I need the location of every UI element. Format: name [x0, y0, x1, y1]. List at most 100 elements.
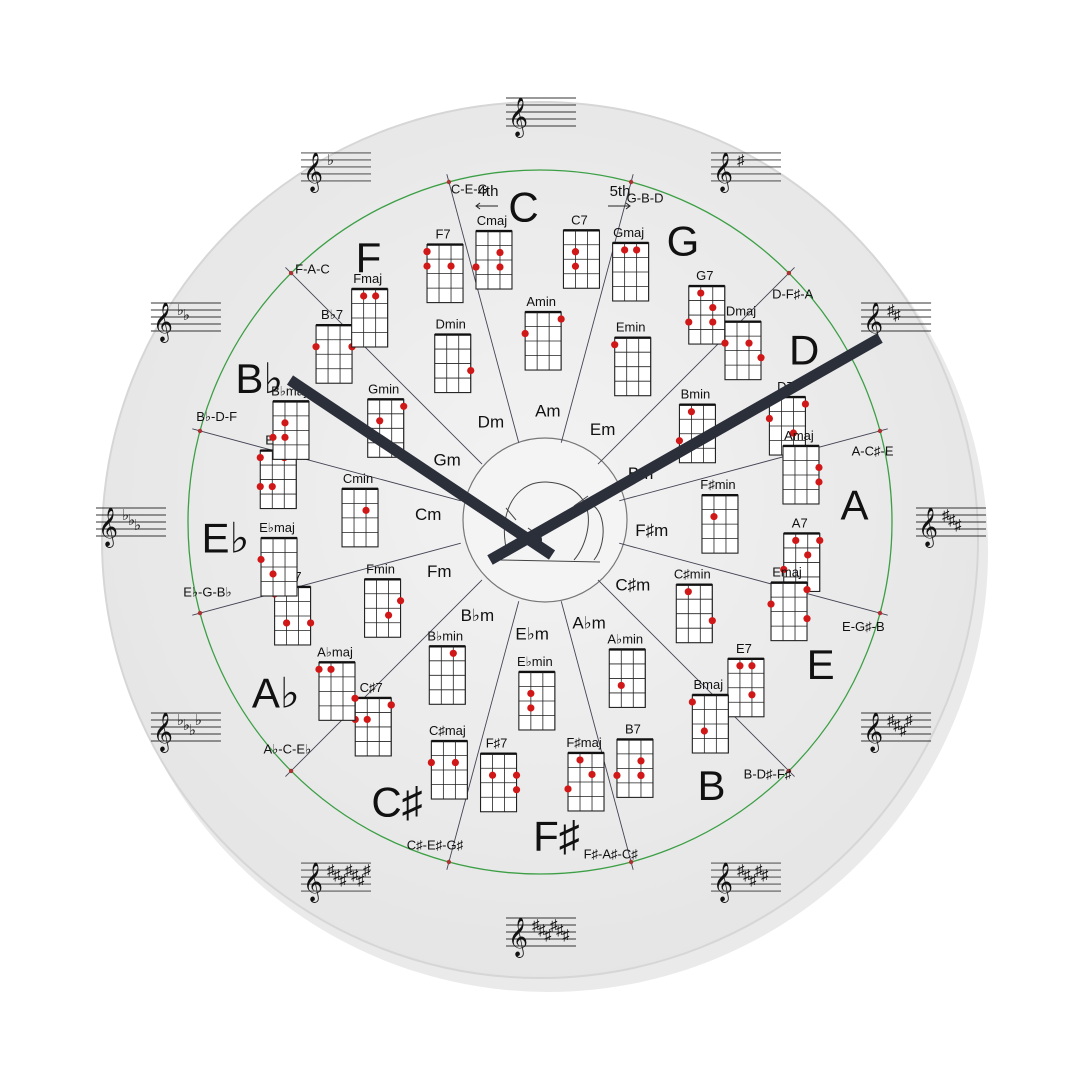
- finger-dot: [748, 662, 756, 670]
- chord-name: A♭min: [607, 631, 643, 646]
- sharp-icon: ♯: [905, 712, 913, 729]
- chord-diagram-e-flatmaj: E♭maj: [257, 520, 298, 597]
- finger-dot: [351, 694, 359, 702]
- chord-name: B♭7: [321, 307, 343, 322]
- relative-minor-label: Fm: [427, 562, 452, 581]
- finger-dot: [512, 771, 521, 779]
- relative-minor-label: E♭m: [515, 625, 549, 644]
- triad-notes: C♯-E♯-G♯: [407, 837, 463, 852]
- finger-dot: [697, 289, 705, 297]
- key-letter-a: A: [841, 482, 869, 529]
- finger-dot: [376, 417, 384, 425]
- chord-name: E7: [736, 641, 752, 656]
- finger-dot: [427, 758, 435, 767]
- chord-name: Dmin: [436, 317, 466, 332]
- finger-dot: [496, 263, 504, 271]
- finger-dot: [362, 506, 370, 514]
- key-letter-f: F: [356, 234, 382, 281]
- relative-minor-label: Gm: [433, 450, 460, 469]
- finger-dot: [675, 437, 684, 445]
- finger-dot: [708, 617, 716, 625]
- key-letter-b-flat: B♭: [235, 355, 283, 402]
- finger-dot: [315, 665, 323, 673]
- sharp-icon: ♯: [761, 867, 769, 884]
- chord-diagram-a-flatmin: A♭min: [607, 631, 646, 708]
- chord-diagram-f-sharpmaj: F♯maj: [564, 735, 605, 812]
- finger-dot: [721, 339, 729, 347]
- key-letter-f-sharp: F♯: [533, 813, 580, 860]
- divider-dot: [288, 768, 294, 774]
- relative-minor-label: F♯m: [635, 521, 668, 540]
- finger-dot: [521, 329, 529, 338]
- finger-dot: [312, 343, 320, 351]
- finger-dot: [571, 262, 580, 270]
- divider-dot: [197, 428, 203, 434]
- sharp-icon: ♯: [737, 152, 745, 169]
- flat-icon: ♭: [134, 517, 141, 534]
- relative-minor-label: Am: [535, 401, 561, 420]
- key-letter-e-flat: E♭: [202, 514, 250, 561]
- finger-dot: [685, 318, 693, 326]
- finger-dot: [472, 263, 480, 271]
- finger-dot: [709, 303, 717, 312]
- finger-dot: [687, 408, 696, 416]
- finger-dot: [449, 649, 457, 657]
- finger-dot: [804, 551, 812, 559]
- relative-minor-label: Dm: [478, 412, 504, 431]
- key-letter-c-sharp: C♯: [371, 779, 422, 826]
- divider-dot: [877, 610, 883, 616]
- finger-dot: [684, 588, 692, 596]
- finger-dot: [283, 619, 291, 627]
- finger-dot: [736, 662, 744, 670]
- finger-dot: [307, 619, 315, 627]
- flat-icon: ♭: [195, 712, 202, 729]
- chord-name: Cmin: [343, 471, 373, 486]
- finger-dot: [488, 771, 497, 779]
- relative-minor-label: A♭m: [572, 614, 606, 633]
- treble-clef-icon: 𝄞: [508, 98, 528, 138]
- finger-dot: [363, 715, 371, 724]
- chord-name: G7: [696, 268, 713, 283]
- chord-name: Gmin: [368, 381, 399, 396]
- finger-dot: [423, 248, 431, 256]
- finger-dot: [621, 246, 629, 254]
- finger-dot: [688, 698, 696, 706]
- chord-name: Fmin: [366, 561, 395, 576]
- finger-dot: [815, 478, 823, 486]
- chord-diagram-c-sharpmin: C♯min: [674, 567, 716, 644]
- finger-dot: [396, 597, 405, 605]
- treble-clef-icon: 𝄞: [918, 508, 938, 548]
- divider-dot: [446, 859, 452, 865]
- divider-dot: [786, 270, 792, 276]
- finger-dot: [571, 248, 580, 256]
- finger-dot: [637, 757, 645, 765]
- chord-name: Bmin: [681, 387, 711, 402]
- chord-name: Bmaj: [694, 677, 724, 692]
- finger-dot: [557, 315, 565, 323]
- chord-name: F♯7: [486, 736, 508, 751]
- chord-diagram-cmaj: Cmaj: [472, 213, 513, 290]
- key-letter-a-flat: A♭: [252, 670, 300, 717]
- relative-minor-label: Cm: [415, 505, 441, 524]
- triad-notes: B♭-D-F: [196, 409, 237, 424]
- finger-dot: [257, 555, 265, 564]
- finger-dot: [815, 463, 823, 472]
- finger-dot: [801, 400, 809, 408]
- finger-dot: [816, 536, 824, 545]
- chord-diagram-f-sharpmin: F♯min: [700, 477, 739, 554]
- chord-name: Cmaj: [477, 213, 507, 228]
- triad-notes: E♭-G-B♭: [183, 585, 231, 600]
- finger-dot: [527, 689, 535, 698]
- clock-stage: 𝄞 𝄞 ♯ 𝄞 ♯ ♯ 𝄞 ♯ ♯ ♯ 𝄞 ♯ ♯ ♯ ♯ 𝄞 ♯ ♯ ♯ ♯ ♯ 𝄞 ♯ ♯ ♯ ♯ ♯ ♯ 𝄞 ♯ ♯ ♯ ♯ ♯ ♯ ♯ 𝄞 ♭ ♭ ♭…: [0, 0, 1080, 1080]
- triad-notes: F♯-A♯-C♯: [584, 847, 638, 862]
- relative-minor-label: Em: [590, 420, 616, 439]
- finger-dot: [637, 771, 645, 779]
- finger-dot: [792, 536, 800, 545]
- fifth-label: 5th: [610, 183, 631, 200]
- finger-dot: [757, 354, 765, 362]
- finger-dot: [803, 615, 811, 623]
- finger-dot: [451, 758, 459, 767]
- sharp-icon: ♯: [954, 517, 962, 534]
- circle-of-fifths-clock: 𝄞𝄞 ♯𝄞 ♯♯𝄞 ♯♯♯𝄞 ♯♯♯♯𝄞 ♯♯♯♯♯𝄞 ♯♯♯♯♯♯𝄞 ♯♯♯♯♯♯♯𝄞 ♭♭♭…: [96, 97, 988, 992]
- finger-dot: [613, 771, 621, 779]
